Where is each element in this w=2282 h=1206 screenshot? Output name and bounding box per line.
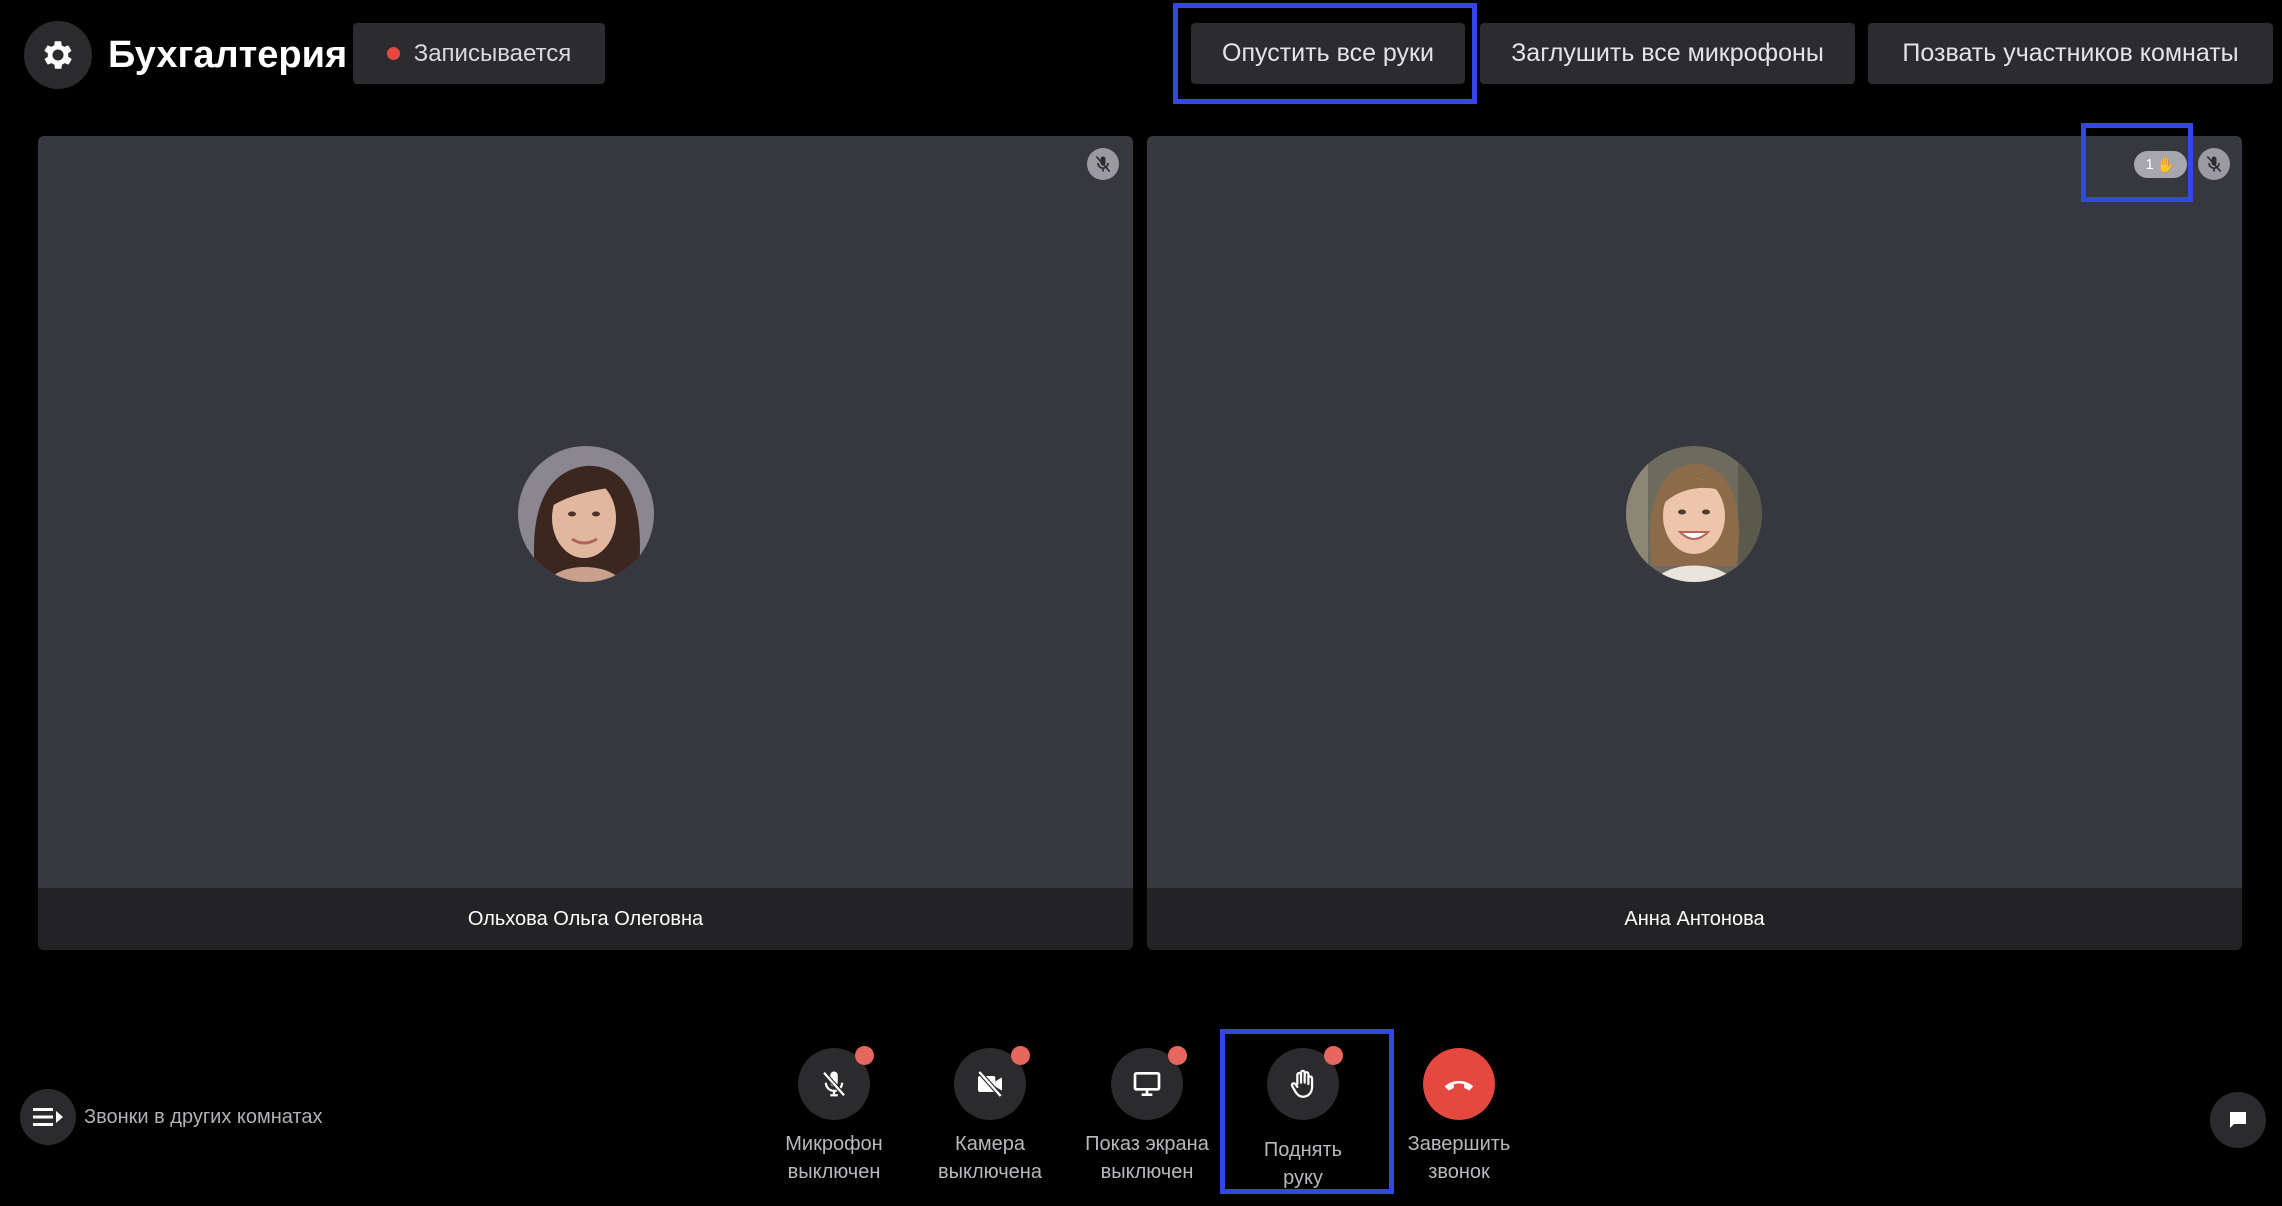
recording-badge: Записывается	[353, 23, 605, 84]
end-call-circle[interactable]	[1423, 1048, 1495, 1120]
raised-hand-icon: ✋	[2156, 156, 2176, 174]
mic-off-icon	[822, 1071, 846, 1097]
camera-toggle-button[interactable]: Камера выключена	[910, 1046, 1070, 1198]
end-call-button[interactable]: Завершить звонок	[1379, 1048, 1539, 1198]
status-dot	[1324, 1046, 1343, 1065]
camera-toggle-circle[interactable]	[954, 1046, 1030, 1120]
other-rooms-calls-button[interactable]: Звонки в других комнатах	[20, 1088, 323, 1146]
avatar	[1626, 446, 1762, 582]
chat-button[interactable]	[2210, 1092, 2266, 1148]
raised-hand-badge: 1 ✋	[2134, 151, 2187, 178]
status-dot	[1168, 1046, 1187, 1065]
room-title: Бухгалтерия	[108, 34, 348, 76]
recording-label: Записывается	[413, 39, 572, 67]
avatar	[518, 446, 654, 582]
call-room-participants-button[interactable]: Позвать участников комнаты	[1868, 23, 2273, 84]
settings-button[interactable]	[24, 21, 92, 89]
mic-toggle-circle[interactable]	[798, 1046, 874, 1120]
hand-icon	[1290, 1069, 1314, 1098]
chat-icon	[2230, 1112, 2246, 1128]
list-arrow-icon	[20, 1089, 76, 1145]
mic-off-icon	[1087, 148, 1119, 180]
camera-off-icon	[977, 1070, 1003, 1098]
hang-up-icon	[1444, 1080, 1474, 1091]
other-calls-label: Звонки в других комнатах	[84, 1105, 323, 1128]
app-root: Бухгалтерия Записывается Опустить все ру…	[0, 0, 2282, 1206]
raise-hand-circle[interactable]	[1267, 1046, 1343, 1120]
mic-off-icon	[2198, 148, 2230, 180]
raised-hands-count: 1	[2145, 156, 2154, 173]
end-call-label: Завершить звонок	[1407, 1133, 1511, 1183]
screen-share-circle[interactable]	[1111, 1046, 1187, 1120]
participant-name: Ольхова Ольга Олеговна	[38, 888, 1133, 950]
monitor-icon	[1133, 1072, 1161, 1096]
mute-all-mics-button[interactable]: Заглушить все микрофоны	[1480, 23, 1855, 84]
lower-all-hands-button[interactable]: Опустить все руки	[1191, 23, 1465, 84]
participant-tile[interactable]: 1 ✋ Анна Антонова	[1147, 136, 2242, 950]
recording-dot-icon	[386, 47, 400, 60]
status-dot	[855, 1046, 874, 1065]
participant-name: Анна Антонова	[1147, 888, 2242, 950]
gear-icon	[44, 41, 72, 69]
status-dot	[1011, 1046, 1030, 1065]
participant-tile[interactable]: Ольхова Ольга Олеговна	[38, 136, 1133, 950]
